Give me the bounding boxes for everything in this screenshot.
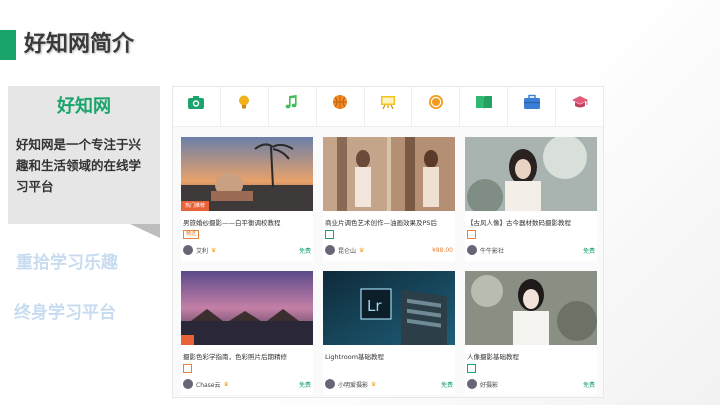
course-tag [467, 230, 477, 239]
course-price: ¥88.00 [432, 246, 453, 254]
author-name[interactable]: 昆仑山 [338, 246, 356, 255]
category-photography[interactable] [173, 87, 221, 126]
author-avatar[interactable] [325, 379, 335, 389]
thumbnail-badges [181, 335, 194, 345]
category-sports[interactable] [317, 87, 365, 126]
category-finance[interactable] [412, 87, 461, 126]
author-row: 牛牛影社 免费 [467, 244, 595, 256]
thumbnail-badges: 热门推荐 [181, 201, 210, 211]
author-row: 艾利 ♛ 免费 [183, 244, 311, 256]
website-screenshot: 热门推荐 男旅婚纱摄影——白平衡调校教程 精选 艾利 ♛ 免费 商业片调色艺术创… [172, 86, 604, 398]
author-name[interactable]: 好摄影 [480, 380, 498, 389]
intro-description: 好知网是一个专注于兴趣和生活领域的在线学习平台 [16, 137, 142, 194]
course-price: 免费 [582, 247, 595, 255]
course-title[interactable]: Lightroom基础教程 [325, 351, 455, 361]
course-tag-badge [181, 335, 194, 345]
author-row: 好摄影 免费 [467, 378, 595, 390]
course-tag [325, 230, 335, 239]
course-meta [325, 230, 338, 239]
slogan-2: 终身学习平台 [14, 303, 116, 323]
author-avatar[interactable] [467, 245, 477, 255]
course-price: 免费 [440, 381, 453, 389]
slide-title: 好知网简介 [24, 32, 135, 57]
course-title[interactable]: 【古风人像】古今器材数码摄影教程 [467, 217, 597, 227]
slogan-1: 重拾学习乐趣 [16, 253, 118, 273]
intro-brand: 好知网 [57, 96, 111, 117]
course-meta: 精选 [183, 230, 203, 239]
course-price: 免费 [582, 381, 595, 389]
title-accent-bar [0, 30, 16, 60]
vip-icon: ♛ [211, 246, 217, 254]
easel-icon [381, 96, 395, 110]
category-reading[interactable] [460, 87, 509, 126]
author-avatar[interactable] [325, 245, 335, 255]
category-career[interactable] [508, 87, 557, 126]
author-name[interactable]: 牛牛影社 [480, 246, 504, 255]
category-music[interactable] [269, 87, 317, 126]
course-tag [467, 364, 477, 373]
svg-text:Lr: Lr [367, 297, 382, 315]
course-price: 免费 [298, 381, 311, 389]
category-art[interactable] [365, 87, 413, 126]
category-bar [173, 87, 603, 127]
briefcase-icon [523, 94, 540, 109]
course-title[interactable]: 商业片调色艺术创作—油画效果及PS后 [325, 217, 455, 227]
course-thumbnail-portrait-diptych [323, 137, 455, 211]
course-card[interactable]: Lr Lightroom基础教程 小明爱摄影 ♛ 免费 [323, 271, 455, 395]
author-name[interactable]: Chase云 [196, 380, 221, 389]
author-avatar[interactable] [183, 379, 193, 389]
intro-card-fold [130, 224, 160, 238]
camera-icon [188, 96, 205, 109]
course-thumbnail-white-dress-portrait [465, 271, 597, 345]
intro-card: 好知网 好知网是一个专注于兴趣和生活领域的在线学习平台 [8, 86, 160, 224]
graduation-cap-icon [571, 96, 588, 108]
course-meta [467, 364, 480, 373]
author-name[interactable]: 艾利 [196, 246, 208, 255]
course-thumbnail-lightroom: Lr [323, 271, 455, 345]
course-card[interactable]: 热门推荐 男旅婚纱摄影——白平衡调校教程 精选 艾利 ♛ 免费 [181, 137, 313, 261]
coin-icon [428, 95, 443, 109]
course-card[interactable]: 【古风人像】古今器材数码摄影教程 牛牛影社 免费 [465, 137, 597, 261]
vip-icon: ♛ [223, 380, 229, 388]
author-avatar[interactable] [467, 379, 477, 389]
course-price: 免费 [298, 247, 311, 255]
author-row: 小明爱摄影 ♛ 免费 [325, 378, 453, 390]
author-row: Chase云 ♛ 免费 [183, 378, 311, 390]
course-title[interactable]: 人像摄影基础教程 [467, 351, 597, 361]
author-row: 昆仑山 ♛ ¥88.00 [325, 244, 453, 256]
course-title[interactable]: 男旅婚纱摄影——白平衡调校教程 [183, 217, 313, 227]
course-tag [183, 364, 193, 373]
course-card[interactable]: 人像摄影基础教程 好摄影 免费 [465, 271, 597, 395]
category-education[interactable] [556, 87, 603, 126]
course-thumbnail-sunset-villas [181, 271, 313, 345]
course-title[interactable]: 摄影色彩学指南，色彩照片后期精修 [183, 351, 313, 361]
author-name[interactable]: 小明爱摄影 [338, 380, 368, 389]
course-card[interactable]: 商业片调色艺术创作—油画效果及PS后 昆仑山 ♛ ¥88.00 [323, 137, 455, 261]
author-avatar[interactable] [183, 245, 193, 255]
music-note-icon [285, 95, 297, 109]
lightbulb-icon [239, 95, 250, 109]
course-thumbnail-beach-bride: 热门推荐 [181, 137, 313, 211]
book-icon [475, 96, 492, 109]
vip-icon: ♛ [359, 246, 365, 254]
course-meta [183, 364, 196, 373]
course-card[interactable]: 摄影色彩学指南，色彩照片后期精修 Chase云 ♛ 免费 [181, 271, 313, 395]
course-thumbnail-ancient-portrait [465, 137, 597, 211]
featured-badge: 热门推荐 [181, 201, 210, 211]
course-meta [467, 230, 480, 239]
vip-icon: ♛ [371, 380, 377, 388]
course-tag: 精选 [183, 230, 200, 239]
category-creativity[interactable] [221, 87, 269, 126]
basketball-icon [333, 95, 348, 109]
